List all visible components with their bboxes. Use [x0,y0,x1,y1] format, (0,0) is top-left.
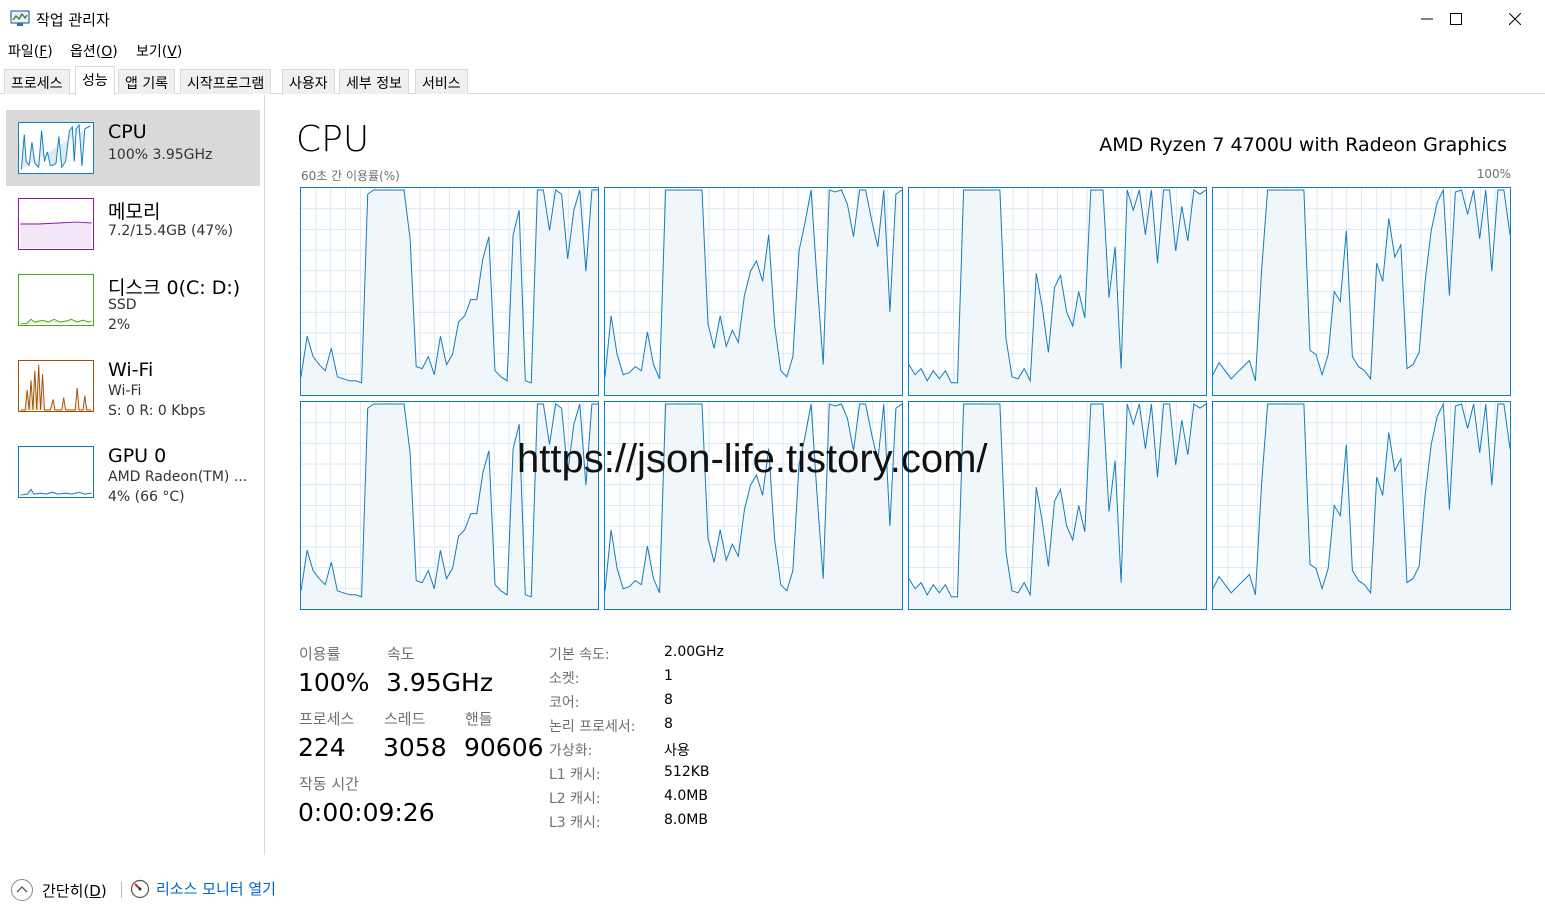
open-resource-monitor-link[interactable]: 리소스 모니터 열기 [130,878,276,899]
resource-disk-line2: 2% [108,317,131,333]
maximize-button[interactable] [1427,0,1485,38]
resource-wifi-line1: Wi-Fi [108,383,142,399]
resource-cpu[interactable]: CPU 100% 3.95GHz [6,110,260,186]
threads-label: 스레드 [384,710,426,728]
core-graph-3 [908,187,1207,396]
resource-disk-name: 디스크 0(C: D:) [108,277,241,299]
speed-label: 속도 [387,645,415,663]
graph-axis-label: 60초 간 이용률(%) [301,169,400,183]
bottom-bar: 간단히(D) 리소스 모니터 열기 [0,870,1545,910]
info-label: L1 캐시: [549,767,601,783]
info-label: L3 캐시: [549,815,601,831]
resource-gpu[interactable]: GPU 0 AMD Radeon(TM) ... 4% (66 °C) [6,434,260,510]
uptime-value: 0:00:09:26 [298,798,435,827]
tab-app-history[interactable]: 앱 기록 [118,69,176,94]
handles-value: 90606 [464,733,544,762]
title-bar: 작업 관리자 [0,0,1545,38]
info-label: 가상화: [549,743,593,759]
resource-gpu-line2: 4% (66 °C) [108,489,185,505]
tab-users[interactable]: 사용자 [282,69,335,94]
threads-value: 3058 [383,733,447,762]
tab-bar: 프로세스 성능 앱 기록 시작프로그램 사용자 세부 정보 서비스 [0,66,1545,95]
info-value: 사용 [664,743,690,759]
close-button[interactable] [1486,0,1544,38]
core-graph-7 [908,401,1207,610]
resource-disk-line1: SSD [108,297,137,313]
resource-list: CPU 100% 3.95GHz 메모리 7.2/15.4GB (47%) 디스… [0,95,265,855]
cpu-core-graphs [300,187,1512,611]
watermark-url: https://json-life.tistory.com/ [517,437,988,481]
core-graph-5 [300,401,599,610]
disk-thumbnail [18,274,94,326]
info-value: 8 [664,716,673,732]
handles-label: 핸들 [465,710,493,728]
fewer-details-button[interactable]: 간단히(D) [10,878,107,902]
resource-wifi-name: Wi-Fi [108,359,154,381]
info-value: 4.0MB [664,788,708,804]
info-value: 512KB [664,764,710,780]
maximize-icon [1450,13,1462,25]
resource-wifi-line2: S: 0 R: 0 Kbps [108,403,206,419]
memory-thumbnail [18,198,94,250]
tab-performance[interactable]: 성능 [75,66,115,95]
page-title: CPU [296,119,370,160]
resource-gpu-name: GPU 0 [108,445,167,467]
info-label: 기본 속도: [549,647,610,663]
task-manager-icon [10,10,30,26]
resource-memory[interactable]: 메모리 7.2/15.4GB (47%) [6,186,260,262]
info-label: 소켓: [549,671,580,687]
resource-wifi[interactable]: Wi-Fi Wi-Fi S: 0 R: 0 Kbps [6,348,260,424]
resource-gpu-line1: AMD Radeon(TM) ... [108,469,248,485]
cpu-thumbnail [18,122,94,174]
resource-memory-line1: 7.2/15.4GB (47%) [108,223,234,239]
tab-startup[interactable]: 시작프로그램 [180,69,272,94]
cpu-model: AMD Ryzen 7 4700U with Radeon Graphics [1099,134,1507,156]
resource-monitor-icon [130,879,150,898]
info-value: 2.00GHz [664,644,724,660]
tab-processes[interactable]: 프로세스 [4,69,70,94]
tab-services[interactable]: 서비스 [415,69,468,94]
info-value: 1 [664,668,673,684]
core-graph-8 [1212,401,1511,610]
info-label: 논리 프로세서: [549,719,636,735]
resource-cpu-line1: 100% 3.95GHz [108,147,213,163]
wifi-thumbnail [18,360,94,412]
utilization-label: 이용률 [299,645,341,663]
close-icon [1509,13,1521,25]
speed-value: 3.95GHz [386,668,493,697]
resource-disk[interactable]: 디스크 0(C: D:) SSD 2% [6,262,260,338]
info-value: 8 [664,692,673,708]
chevron-up-icon [11,879,33,901]
menu-bar: 파일(F) 옵션(O) 보기(V) [0,38,1545,62]
divider [121,882,122,898]
utilization-value: 100% [298,668,370,697]
core-graph-2 [604,187,903,396]
processes-value: 224 [298,733,346,762]
info-label: L2 캐시: [549,791,601,807]
uptime-label: 작동 시간 [299,775,359,793]
core-graph-6 [604,401,903,610]
resource-cpu-name: CPU [108,121,147,143]
resource-memory-name: 메모리 [108,201,161,223]
core-graph-1 [300,187,599,396]
info-label: 코어: [549,695,580,711]
window-title: 작업 관리자 [36,11,110,29]
graph-axis-max: 100% [1476,167,1511,181]
gpu-thumbnail [18,446,94,498]
info-value: 8.0MB [664,812,708,828]
menu-file[interactable]: 파일(F) [8,41,53,61]
menu-options[interactable]: 옵션(O) [70,41,118,61]
menu-view[interactable]: 보기(V) [136,41,182,61]
tab-details[interactable]: 세부 정보 [339,69,409,94]
core-graph-4 [1212,187,1511,396]
processes-label: 프로세스 [299,710,355,728]
